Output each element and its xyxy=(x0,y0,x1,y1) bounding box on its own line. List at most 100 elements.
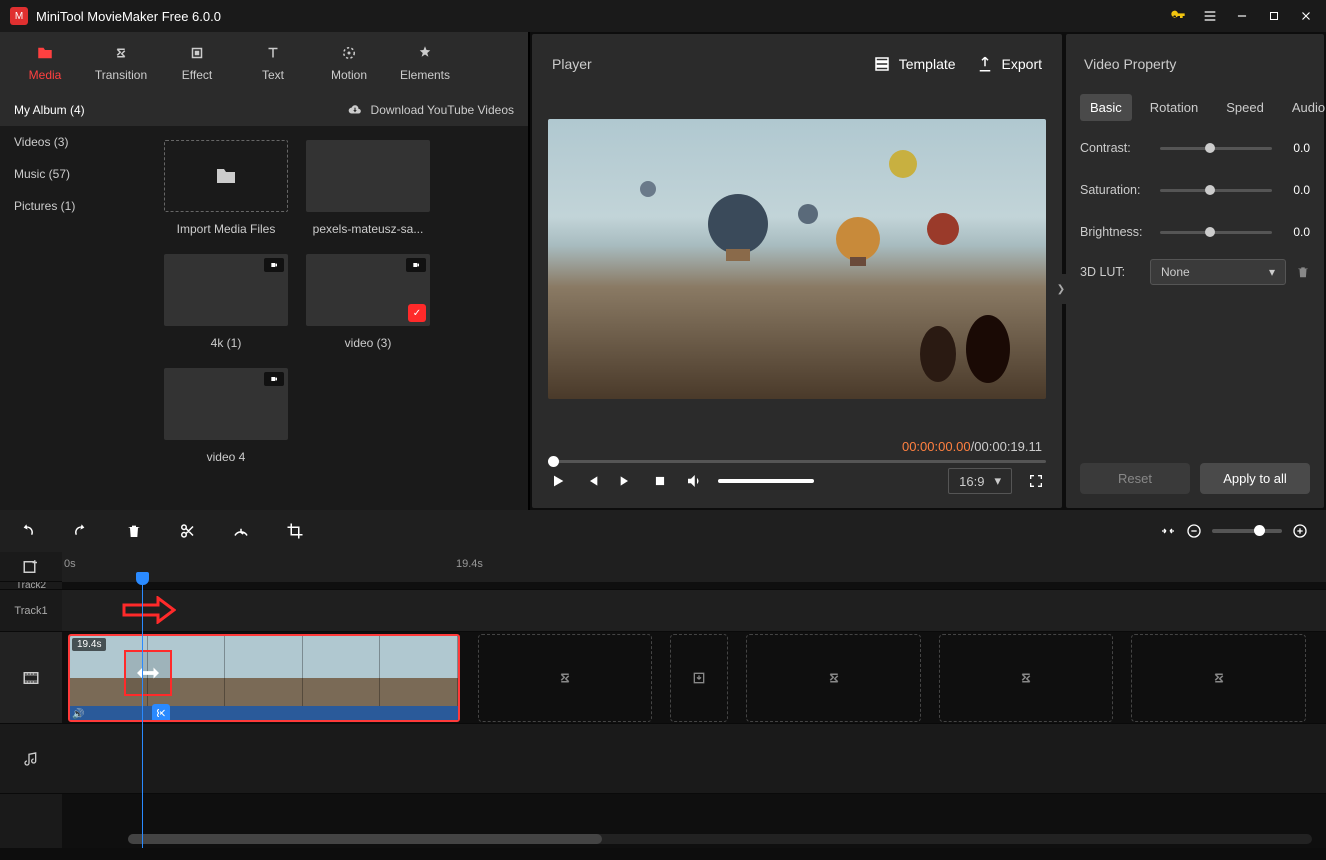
tab-text[interactable]: Text xyxy=(236,35,310,91)
volume-slider[interactable] xyxy=(718,479,814,483)
close-button[interactable] xyxy=(1296,6,1316,26)
timeline-toolbar xyxy=(0,510,1326,552)
transition-slot[interactable] xyxy=(1131,634,1306,722)
tab-rotation[interactable]: Rotation xyxy=(1140,94,1208,121)
fullscreen-button[interactable] xyxy=(1026,471,1046,491)
sidebar-item-videos[interactable]: Videos (3) xyxy=(0,126,150,158)
track-label-1[interactable]: Track1 xyxy=(0,590,62,632)
saturation-row: Saturation: 0.0 xyxy=(1080,183,1310,197)
sidebar-item-pictures[interactable]: Pictures (1) xyxy=(0,190,150,222)
lut-select[interactable]: None ▾ xyxy=(1150,259,1286,285)
menu-icon[interactable] xyxy=(1200,6,1220,26)
expand-panel-button[interactable]: ❯ xyxy=(1056,274,1066,304)
tab-media[interactable]: Media xyxy=(8,35,82,91)
track-2[interactable] xyxy=(62,582,1326,590)
aspect-value: 16:9 xyxy=(959,474,984,489)
time-display: 00:00:00.00 / 00:00:19.11 xyxy=(532,431,1062,458)
app-title: MiniTool MovieMaker Free 6.0.0 xyxy=(36,9,1168,24)
split-handle[interactable] xyxy=(152,704,170,722)
audio-track-label[interactable] xyxy=(0,724,62,794)
timeline-ruler[interactable]: 0s 19.4s xyxy=(62,552,1326,582)
minimize-button[interactable] xyxy=(1232,6,1252,26)
folder-icon xyxy=(35,44,55,62)
apply-all-button[interactable]: Apply to all xyxy=(1200,463,1310,494)
delete-button[interactable] xyxy=(126,522,142,540)
zoom-slider[interactable] xyxy=(1212,529,1282,533)
tab-elements[interactable]: Elements xyxy=(388,35,462,91)
redo-button[interactable] xyxy=(72,523,90,539)
zoom-out-button[interactable] xyxy=(1186,523,1202,539)
undo-button[interactable] xyxy=(18,523,36,539)
timeline-panel: Track2 Track1 0s 19.4s 19.4s 🔊 xyxy=(0,510,1326,860)
import-media-button[interactable]: Import Media Files xyxy=(164,140,288,236)
sidebar-item-music[interactable]: Music (57) xyxy=(0,158,150,190)
crop-button[interactable] xyxy=(286,522,304,540)
media-item[interactable]: 4k (1) xyxy=(164,254,288,350)
timeline-tracks[interactable]: 0s 19.4s 19.4s 🔊 xyxy=(62,552,1326,848)
transition-slot[interactable] xyxy=(746,634,921,722)
media-item[interactable]: pexels-mateusz-sa... xyxy=(306,140,430,236)
stop-button[interactable] xyxy=(650,471,670,491)
transition-slot[interactable] xyxy=(939,634,1114,722)
speed-button[interactable] xyxy=(232,522,250,540)
contrast-slider[interactable] xyxy=(1160,147,1272,150)
music-track[interactable] xyxy=(62,724,1326,794)
brightness-slider[interactable] xyxy=(1160,231,1272,234)
tab-effect[interactable]: Effect xyxy=(160,35,234,91)
ruler-mark: 0s xyxy=(64,558,76,570)
horizontal-scrollbar[interactable] xyxy=(128,834,1312,844)
fit-timeline-button[interactable] xyxy=(1160,523,1176,539)
sidebar-header-myalbum[interactable]: My Album (4) xyxy=(0,94,150,126)
zoom-in-button[interactable] xyxy=(1292,523,1308,539)
time-current: 00:00:00.00 xyxy=(902,439,971,454)
track-label-2[interactable]: Track2 xyxy=(0,582,62,590)
main-video-track[interactable]: 19.4s 🔊 xyxy=(62,632,1326,724)
next-frame-button[interactable] xyxy=(616,471,636,491)
scrub-handle[interactable] xyxy=(548,456,559,467)
track-labels: Track2 Track1 xyxy=(0,552,62,848)
reset-button[interactable]: Reset xyxy=(1080,463,1190,494)
transition-slot[interactable] xyxy=(478,634,653,722)
tab-transition-label: Transition xyxy=(95,68,147,82)
preview-frame[interactable] xyxy=(548,119,1046,399)
add-track-button[interactable] xyxy=(0,552,62,582)
drop-slot[interactable] xyxy=(670,634,728,722)
premium-key-icon[interactable] xyxy=(1168,6,1188,26)
playhead[interactable] xyxy=(142,572,143,848)
prev-frame-button[interactable] xyxy=(582,471,602,491)
delete-lut-button[interactable] xyxy=(1296,265,1310,279)
chevron-down-icon: ▾ xyxy=(994,473,1001,489)
speaker-icon[interactable]: 🔊 xyxy=(72,709,84,720)
template-button[interactable]: Template xyxy=(873,55,956,73)
slider-handle[interactable] xyxy=(1254,525,1265,536)
video-clip[interactable]: 19.4s 🔊 xyxy=(68,634,460,722)
resize-indicator[interactable] xyxy=(124,650,172,696)
volume-button[interactable] xyxy=(684,471,704,491)
contrast-label: Contrast: xyxy=(1080,141,1150,155)
aspect-select[interactable]: 16:9 ▾ xyxy=(948,468,1012,494)
tab-speed[interactable]: Speed xyxy=(1216,94,1274,121)
import-media-label: Import Media Files xyxy=(164,222,288,236)
slider-handle[interactable] xyxy=(1205,185,1215,195)
media-thumbnail xyxy=(306,140,430,212)
video-badge-icon xyxy=(406,258,426,272)
scrollbar-thumb[interactable] xyxy=(128,834,602,844)
tab-motion[interactable]: Motion xyxy=(312,35,386,91)
tab-basic[interactable]: Basic xyxy=(1080,94,1132,121)
video-track-label[interactable] xyxy=(0,632,62,724)
download-youtube-button[interactable]: Download YouTube Videos xyxy=(150,94,528,126)
media-item-label: video 4 xyxy=(164,450,288,464)
play-button[interactable] xyxy=(548,471,568,491)
slider-handle[interactable] xyxy=(1205,227,1215,237)
media-item[interactable]: video 4 xyxy=(164,368,288,464)
track-1[interactable] xyxy=(62,590,1326,632)
maximize-button[interactable] xyxy=(1264,6,1284,26)
slider-handle[interactable] xyxy=(1205,143,1215,153)
media-item[interactable]: ✓ video (3) xyxy=(306,254,430,350)
tab-transition[interactable]: Transition xyxy=(84,35,158,91)
export-button[interactable]: Export xyxy=(976,55,1042,73)
tab-audio[interactable]: Audio xyxy=(1282,94,1326,121)
contrast-row: Contrast: 0.0 xyxy=(1080,141,1310,155)
split-button[interactable] xyxy=(178,522,196,540)
saturation-slider[interactable] xyxy=(1160,189,1272,192)
